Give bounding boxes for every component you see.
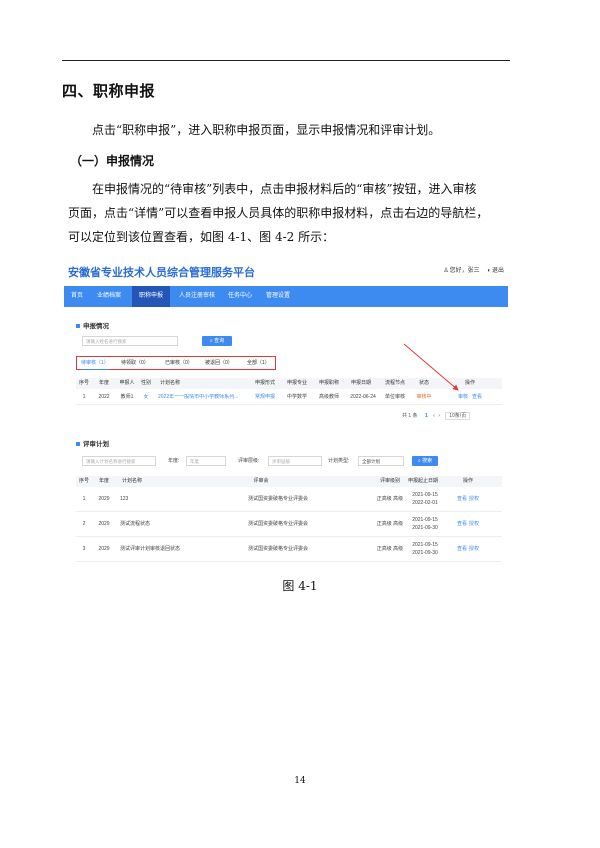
annotation-arrow <box>403 343 459 391</box>
body-line-2: 页面，点击“详情”可以查看申报人员具体的职称申报材料，点击右边的导航栏， <box>68 206 489 220</box>
body-line-1: 在申报情况的“待审核”列表中，点击申报材料后的“审核”按钮，进入审核 <box>92 182 477 196</box>
page-number: 14 <box>294 776 306 786</box>
header-rule <box>62 60 510 61</box>
embedded-screenshot: 安徽省专业技术人员综合管理服务平台 ♙您好，张三 ◐退出 首页 业绩档案 职称申… <box>62 256 510 566</box>
subsection-title: （一）申报情况 <box>70 154 155 168</box>
body-line-3: 可以定位到该位置查看，如图 4-1、图 4-2 所示： <box>68 230 335 244</box>
intro-paragraph: 点击“职称申报”，进入职称申报页面，显示申报情况和评审计划。 <box>92 123 441 137</box>
figure-caption: 图 4-1 <box>282 579 318 593</box>
section-title: 四、职称申报 <box>62 82 156 100</box>
